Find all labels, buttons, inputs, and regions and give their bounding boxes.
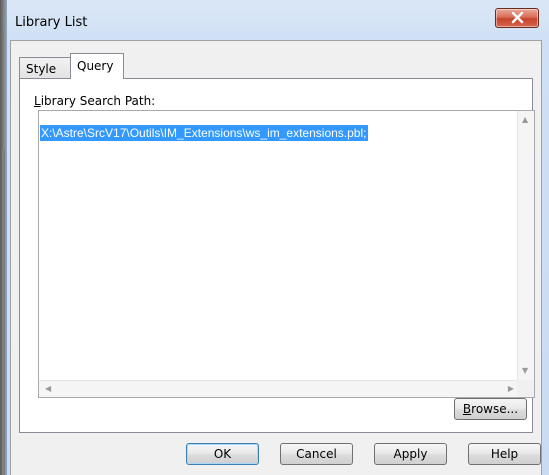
dialog-client-area: Style Query Library Search Path: X:\Astr…: [10, 40, 542, 475]
library-search-path-input[interactable]: X:\Astre\SrcV17\Outils\IM_Extensions\ws_…: [38, 110, 535, 398]
scroll-right-arrow-icon[interactable]: ▶: [508, 385, 514, 393]
tab-query[interactable]: Query: [70, 53, 124, 79]
tab-style[interactable]: Style: [19, 57, 71, 78]
tab-query-label: Query: [77, 59, 114, 73]
apply-button[interactable]: Apply: [374, 443, 447, 465]
browse-button[interactable]: Browse...: [454, 398, 527, 420]
library-search-path-label: Library Search Path:: [34, 94, 155, 108]
cancel-button[interactable]: Cancel: [280, 443, 353, 465]
browse-label: rowse...: [471, 402, 519, 416]
label-text: ibrary Search Path:: [40, 94, 156, 108]
label-mnemonic: L: [34, 94, 41, 108]
library-list-dialog: Library List Style Query Library Search …: [6, 0, 549, 475]
scroll-left-arrow-icon[interactable]: ◀: [45, 385, 51, 393]
scroll-corner: [517, 380, 534, 397]
scroll-down-arrow-icon[interactable]: ▼: [522, 367, 528, 375]
browse-mnemonic: B: [462, 402, 472, 416]
search-path-text[interactable]: X:\Astre\SrcV17\Outils\IM_Extensions\ws_…: [40, 125, 369, 141]
vertical-scrollbar[interactable]: ▲ ▼: [517, 111, 534, 380]
horizontal-scrollbar[interactable]: ◀ ▶: [39, 380, 518, 397]
scroll-up-arrow-icon[interactable]: ▲: [522, 116, 528, 124]
title-bar[interactable]: Library List: [7, 0, 549, 40]
close-button[interactable]: [495, 8, 539, 28]
window-title: Library List: [15, 15, 88, 30]
help-button[interactable]: Help: [468, 443, 541, 465]
ok-button[interactable]: OK: [186, 443, 259, 465]
tab-style-label: Style: [26, 62, 57, 76]
close-icon: [511, 12, 524, 24]
